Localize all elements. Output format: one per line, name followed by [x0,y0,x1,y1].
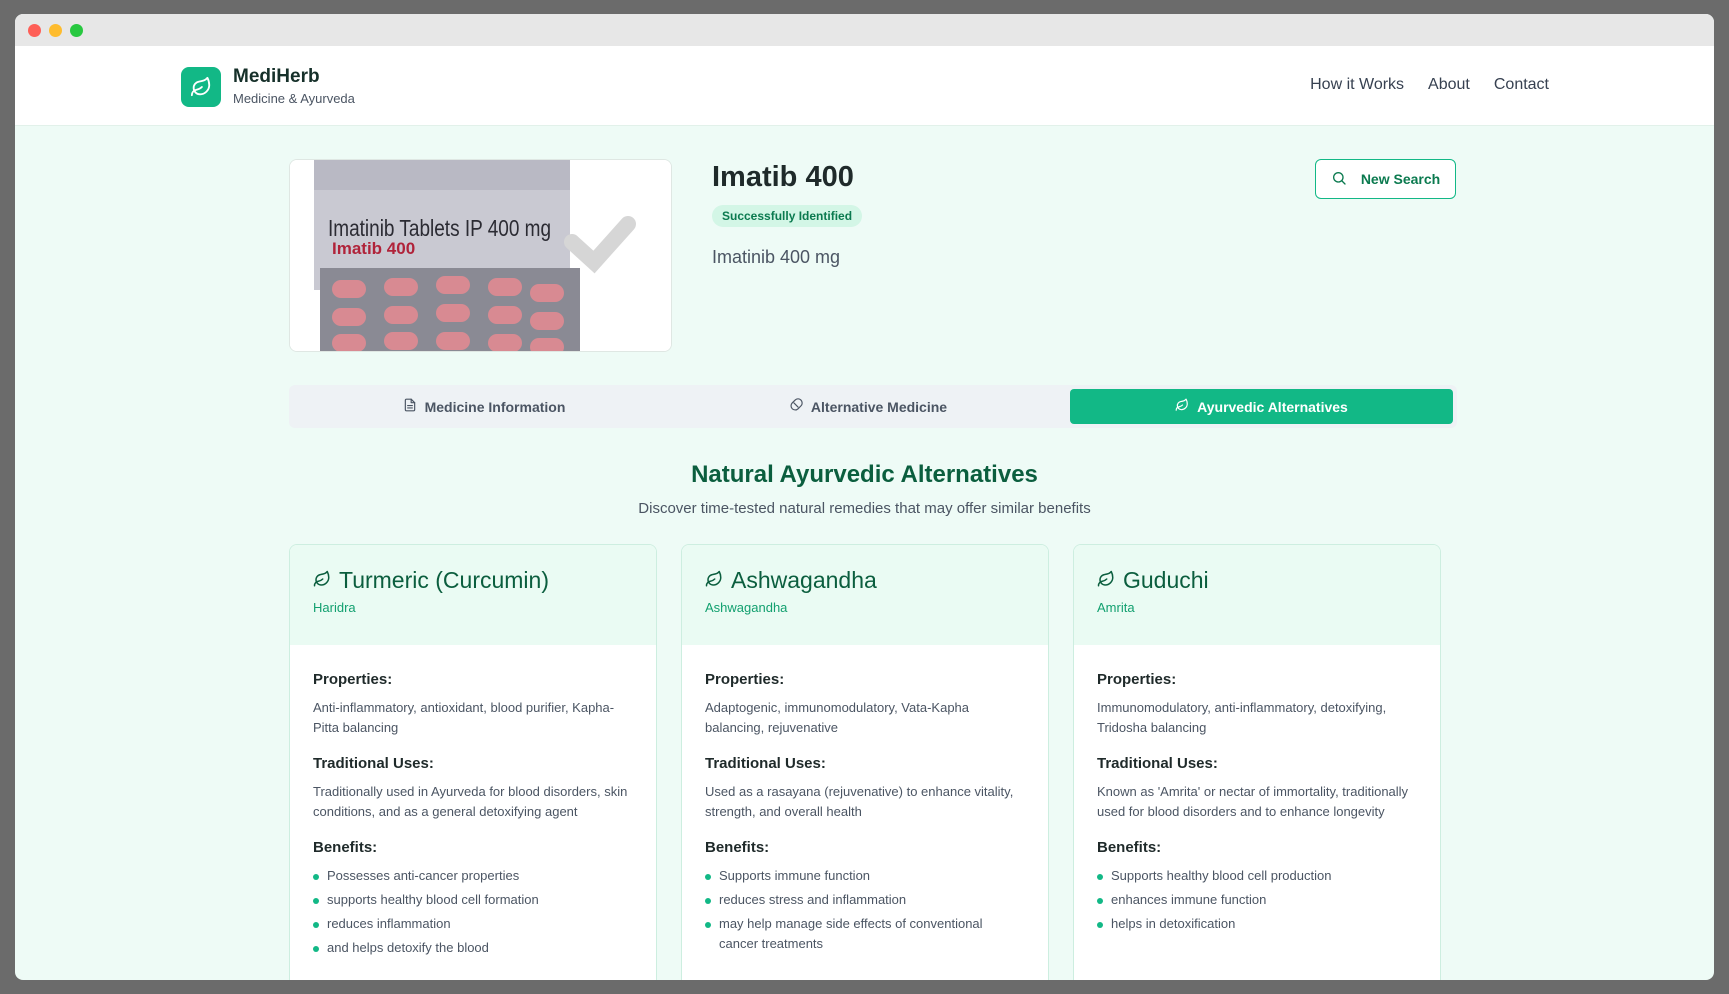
benefit-item: and helps detoxify the blood [313,938,633,958]
medicine-generic-name: Imatinib 400 mg [712,247,841,267]
browser-window: MediHerb Medicine & Ayurveda How it Work… [15,14,1714,980]
benefits-list: Supports healthy blood cell production e… [1097,866,1417,934]
top-navbar: MediHerb Medicine & Ayurveda How it Work… [15,46,1714,126]
herb-properties: Adaptogenic, immunomodulatory, Vata-Kaph… [705,700,970,735]
leaf-logo-icon [181,67,221,107]
tab-label: Medicine Information [424,398,566,415]
benefit-item: may help manage side effects of conventi… [705,914,1025,954]
benefits-list: Supports immune function reduces stress … [705,866,1025,954]
tab-bar: Medicine Information Alternative Medicin… [289,385,1457,428]
leaf-icon [1175,398,1189,415]
herb-uses: Used as a rasayana (rejuvenative) to enh… [705,784,1014,819]
brand-name: MediHerb [233,66,320,87]
card-header: Turmeric (Curcumin) Haridra [290,545,656,645]
nav-about[interactable]: About [1428,76,1470,94]
tab-label: Alternative Medicine [810,398,948,415]
section-title: Natural Ayurvedic Alternatives [691,461,1038,488]
window-titlebar [15,14,1714,46]
benefit-item: supports healthy blood cell formation [313,890,633,910]
leaf-icon [1097,567,1115,594]
properties-heading: Properties: [1097,671,1177,688]
uses-heading: Traditional Uses: [313,755,434,772]
package-text-line1: Imatinib Tablets IP 400 mg [328,216,551,241]
herb-uses: Traditionally used in Ayurveda for blood… [313,784,628,819]
document-icon [403,398,417,415]
new-search-button[interactable]: New Search [1315,159,1456,199]
properties-heading: Properties: [313,671,393,688]
leaf-icon [705,567,723,594]
close-window-button[interactable] [28,23,41,37]
benefit-item: helps in detoxification [1097,914,1417,934]
herb-sanskrit-name: Haridra [313,600,356,615]
benefits-heading: Benefits: [705,839,770,856]
nav-how-it-works[interactable]: How it Works [1310,76,1404,94]
herb-name: Turmeric (Curcumin) [339,567,549,593]
herb-name: Guduchi [1123,567,1209,593]
brand[interactable]: MediHerb Medicine & Ayurveda [181,66,355,108]
herb-sanskrit-name: Amrita [1097,600,1135,615]
benefit-item: Supports immune function [705,866,1025,886]
brand-tagline: Medicine & Ayurveda [233,91,355,106]
uses-heading: Traditional Uses: [705,755,826,772]
package-text-line2: Imatib 400 [332,239,415,258]
benefits-list: Possesses anti-cancer properties support… [313,866,633,958]
status-badge: Successfully Identified [712,205,863,227]
benefits-heading: Benefits: [313,839,378,856]
nav-links: How it Works About Contact [1310,76,1549,94]
medicine-photo: Imatinib Tablets IP 400 mg Imatib 400 [289,159,672,352]
herb-sanskrit-name: Ashwagandha [705,600,788,615]
benefit-item: reduces stress and inflammation [705,890,1025,910]
card-header: Guduchi Amrita [1074,545,1440,645]
search-icon [1331,170,1347,189]
leaf-icon [313,567,331,594]
uses-heading: Traditional Uses: [1097,755,1218,772]
pill-icon [789,398,803,415]
new-search-label: New Search [1360,171,1441,187]
properties-heading: Properties: [705,671,785,688]
alternative-card: Turmeric (Curcumin) Haridra Properties: … [289,544,657,980]
tab-medicine-information[interactable]: Medicine Information [293,389,675,424]
benefit-item: enhances immune function [1097,890,1417,910]
herb-uses: Known as 'Amrita' or nectar of immortali… [1097,784,1409,819]
nav-contact[interactable]: Contact [1494,76,1549,94]
tab-alternative-medicine[interactable]: Alternative Medicine [677,389,1059,424]
herb-properties: Immunomodulatory, anti-inflammatory, det… [1097,700,1387,735]
benefit-item: Supports healthy blood cell production [1097,866,1417,886]
medicine-name: Imatib 400 [712,161,854,193]
tab-ayurvedic-alternatives[interactable]: Ayurvedic Alternatives [1070,389,1453,424]
section-subtitle: Discover time-tested natural remedies th… [638,500,1091,517]
alternative-card: Ashwagandha Ashwagandha Properties: Adap… [681,544,1049,980]
herb-name: Ashwagandha [731,567,877,593]
alternative-card: Guduchi Amrita Properties: Immunomodulat… [1073,544,1441,980]
tab-label: Ayurvedic Alternatives [1197,398,1348,415]
minimize-window-button[interactable] [49,23,62,37]
maximize-window-button[interactable] [70,23,83,37]
card-header: Ashwagandha Ashwagandha [682,545,1048,645]
benefit-item: Possesses anti-cancer properties [313,866,633,886]
benefit-item: reduces inflammation [313,914,633,934]
benefits-heading: Benefits: [1097,839,1162,856]
herb-properties: Anti-inflammatory, antioxidant, blood pu… [313,700,615,735]
